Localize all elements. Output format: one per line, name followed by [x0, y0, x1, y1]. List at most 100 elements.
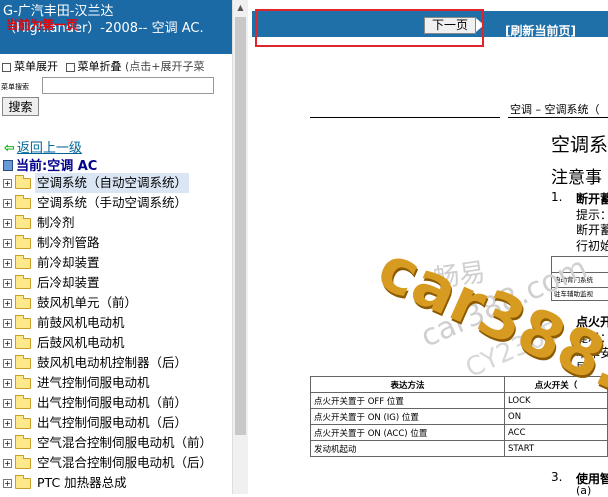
tree-item[interactable]: + 出气控制伺服电动机（后）	[0, 413, 232, 433]
expand-plus-icon[interactable]: +	[3, 279, 12, 288]
expand-plus-icon[interactable]: +	[3, 459, 12, 468]
tree-item[interactable]: + 空气混合控制伺服电动机（后）	[0, 453, 232, 473]
step-text: 行初始	[576, 239, 608, 253]
table-cell: 发动机起动	[310, 440, 505, 457]
tree-item-label[interactable]: PTC 加热器总成	[35, 473, 129, 493]
tree-item-label[interactable]: 空调系统（手动空调系统）	[35, 193, 189, 213]
tree-item[interactable]: + 前冷却装置	[0, 253, 232, 273]
expand-checkbox-icon[interactable]	[2, 62, 11, 72]
tree-item-label[interactable]: 制冷剂	[35, 213, 77, 233]
system-table: 电动背门系统 驻车辅助监视	[551, 256, 608, 301]
table-row: 点火开关置于 ON (IG) 位置 ON	[310, 408, 608, 425]
tree-item[interactable]: + 制冷剂管路	[0, 233, 232, 253]
tree-item-label[interactable]: 前冷却装置	[35, 253, 102, 273]
tree-item-label[interactable]: 空气混合控制伺服电动机（前）	[35, 433, 214, 453]
tree-item[interactable]: + 制冷剂	[0, 213, 232, 233]
highlight-box	[255, 9, 484, 47]
system-table-row: 电动背门系统	[552, 272, 608, 287]
tree-item-label[interactable]: 鼓风机电动机控制器（后）	[35, 353, 189, 373]
tree-item[interactable]: + 空调系统（自动空调系统）	[0, 173, 232, 193]
tree-item[interactable]: + 空气混合控制伺服电动机（前）	[0, 433, 232, 453]
expand-plus-icon[interactable]: +	[3, 419, 12, 428]
folder-icon	[15, 335, 31, 349]
tree-item-label[interactable]: 进气控制伺服电动机	[35, 373, 152, 393]
tree-item[interactable]: + PTC 加热器总成	[0, 473, 232, 493]
scroll-thumb[interactable]	[235, 17, 246, 435]
back-arrow-icon[interactable]: ⇦	[4, 141, 15, 156]
collapse-hint: (点击+展开子菜	[125, 60, 205, 73]
tree-item-label[interactable]: 空调系统（自动空调系统）	[35, 173, 190, 193]
tree-item-label[interactable]: 后鼓风机电动机	[35, 333, 127, 353]
collapse-menu-link[interactable]: 菜单折叠	[78, 60, 122, 73]
expand-plus-icon[interactable]: +	[3, 339, 12, 348]
doc-heading: 空调系	[551, 134, 608, 156]
expand-plus-icon[interactable]: +	[3, 239, 12, 248]
step-title: 点火开	[576, 315, 608, 329]
folder-icon	[15, 295, 31, 309]
system-table-row	[552, 257, 608, 272]
folder-icon	[15, 235, 31, 249]
step-title: 断开蓄	[576, 192, 608, 206]
folder-icon	[15, 175, 31, 189]
table-cell: ACC	[504, 424, 608, 441]
table-cell: 点火开关置于 OFF 位置	[310, 392, 505, 409]
tree-item-label[interactable]: 后冷却装置	[35, 273, 102, 293]
tree-item[interactable]: + 出气控制伺服电动机（前）	[0, 393, 232, 413]
expand-plus-icon[interactable]: +	[3, 399, 12, 408]
table-cell: 点火开关置于 ON (IG) 位置	[310, 408, 505, 425]
tree-item-label[interactable]: 出气控制伺服电动机（前）	[35, 393, 189, 413]
folder-icon	[15, 195, 31, 209]
tree-item[interactable]: + 进气控制伺服电动机	[0, 373, 232, 393]
menu-tree: + 空调系统（自动空调系统） + 空调系统（手动空调系统） + 制冷剂 + 制冷剂管路 + 前冷却…	[0, 173, 232, 493]
search-button[interactable]: 搜索	[2, 97, 39, 116]
expand-plus-icon[interactable]: +	[3, 179, 12, 188]
expand-plus-icon[interactable]: +	[3, 219, 12, 228]
expand-plus-icon[interactable]: +	[3, 359, 12, 368]
step-number: 2.	[551, 313, 563, 327]
back-link[interactable]: 返回上一级	[17, 141, 82, 156]
collapse-checkbox-icon[interactable]	[65, 62, 75, 72]
menu-scrollbar[interactable]: ▲	[232, 0, 248, 494]
tree-item-label[interactable]: 出气控制伺服电动机（后）	[35, 413, 189, 433]
tree-item[interactable]: + 前鼓风机电动机	[0, 313, 232, 333]
scroll-up-icon[interactable]: ▲	[233, 0, 248, 15]
table-row: 发动机起动 START	[310, 440, 608, 457]
first-page-notice: 当前为第一页	[6, 18, 79, 32]
expand-plus-icon[interactable]: +	[3, 199, 12, 208]
tree-item[interactable]: + 空调系统（手动空调系统）	[0, 193, 232, 213]
step-number: 3.	[551, 470, 563, 484]
current-location: 当前:空调 AC	[3, 155, 97, 174]
expand-plus-icon[interactable]: +	[3, 379, 12, 388]
expand-plus-icon[interactable]: +	[3, 319, 12, 328]
expand-plus-icon[interactable]: +	[3, 479, 12, 488]
tree-item[interactable]: + 鼓风机电动机控制器（后）	[0, 353, 232, 373]
tree-item[interactable]: + 鼓风机单元（前）	[0, 293, 232, 313]
table-cell: 点火开关置于 ON (ACC) 位置	[310, 424, 505, 441]
back-row: ⇦ 返回上一级	[4, 137, 82, 156]
step-text: 断开蓄	[576, 223, 608, 237]
expand-menu-link[interactable]: 菜单展开	[14, 60, 58, 73]
expand-plus-icon[interactable]: +	[3, 299, 12, 308]
tree-item[interactable]: + 后鼓风机电动机	[0, 333, 232, 353]
tree-item-label[interactable]: 鼓风机单元（前）	[35, 293, 139, 313]
step-number: 1.	[551, 190, 563, 204]
table-header: 点火开关（	[504, 376, 608, 393]
tree-item-label[interactable]: 前鼓风机电动机	[35, 313, 127, 333]
search-label: 菜单搜索	[1, 83, 29, 91]
refresh-page-link[interactable]: [刷新当前页]	[505, 22, 576, 39]
step-text: 异。	[576, 361, 601, 375]
table-cell: ON	[504, 408, 608, 425]
tree-item[interactable]: + 后冷却装置	[0, 273, 232, 293]
expand-plus-icon[interactable]: +	[3, 439, 12, 448]
folder-icon	[15, 435, 31, 449]
table-cell: LOCK	[504, 392, 608, 409]
expand-plus-icon[interactable]: +	[3, 259, 12, 268]
folder-icon	[15, 475, 31, 489]
tree-item-label[interactable]: 空气混合控制伺服电动机（后）	[35, 453, 214, 473]
folder-icon	[15, 375, 31, 389]
current-label: 当前:空调 AC	[16, 159, 98, 174]
search-input[interactable]	[42, 77, 214, 94]
header-rule	[508, 117, 608, 118]
computer-icon	[3, 160, 13, 171]
tree-item-label[interactable]: 制冷剂管路	[35, 233, 102, 253]
